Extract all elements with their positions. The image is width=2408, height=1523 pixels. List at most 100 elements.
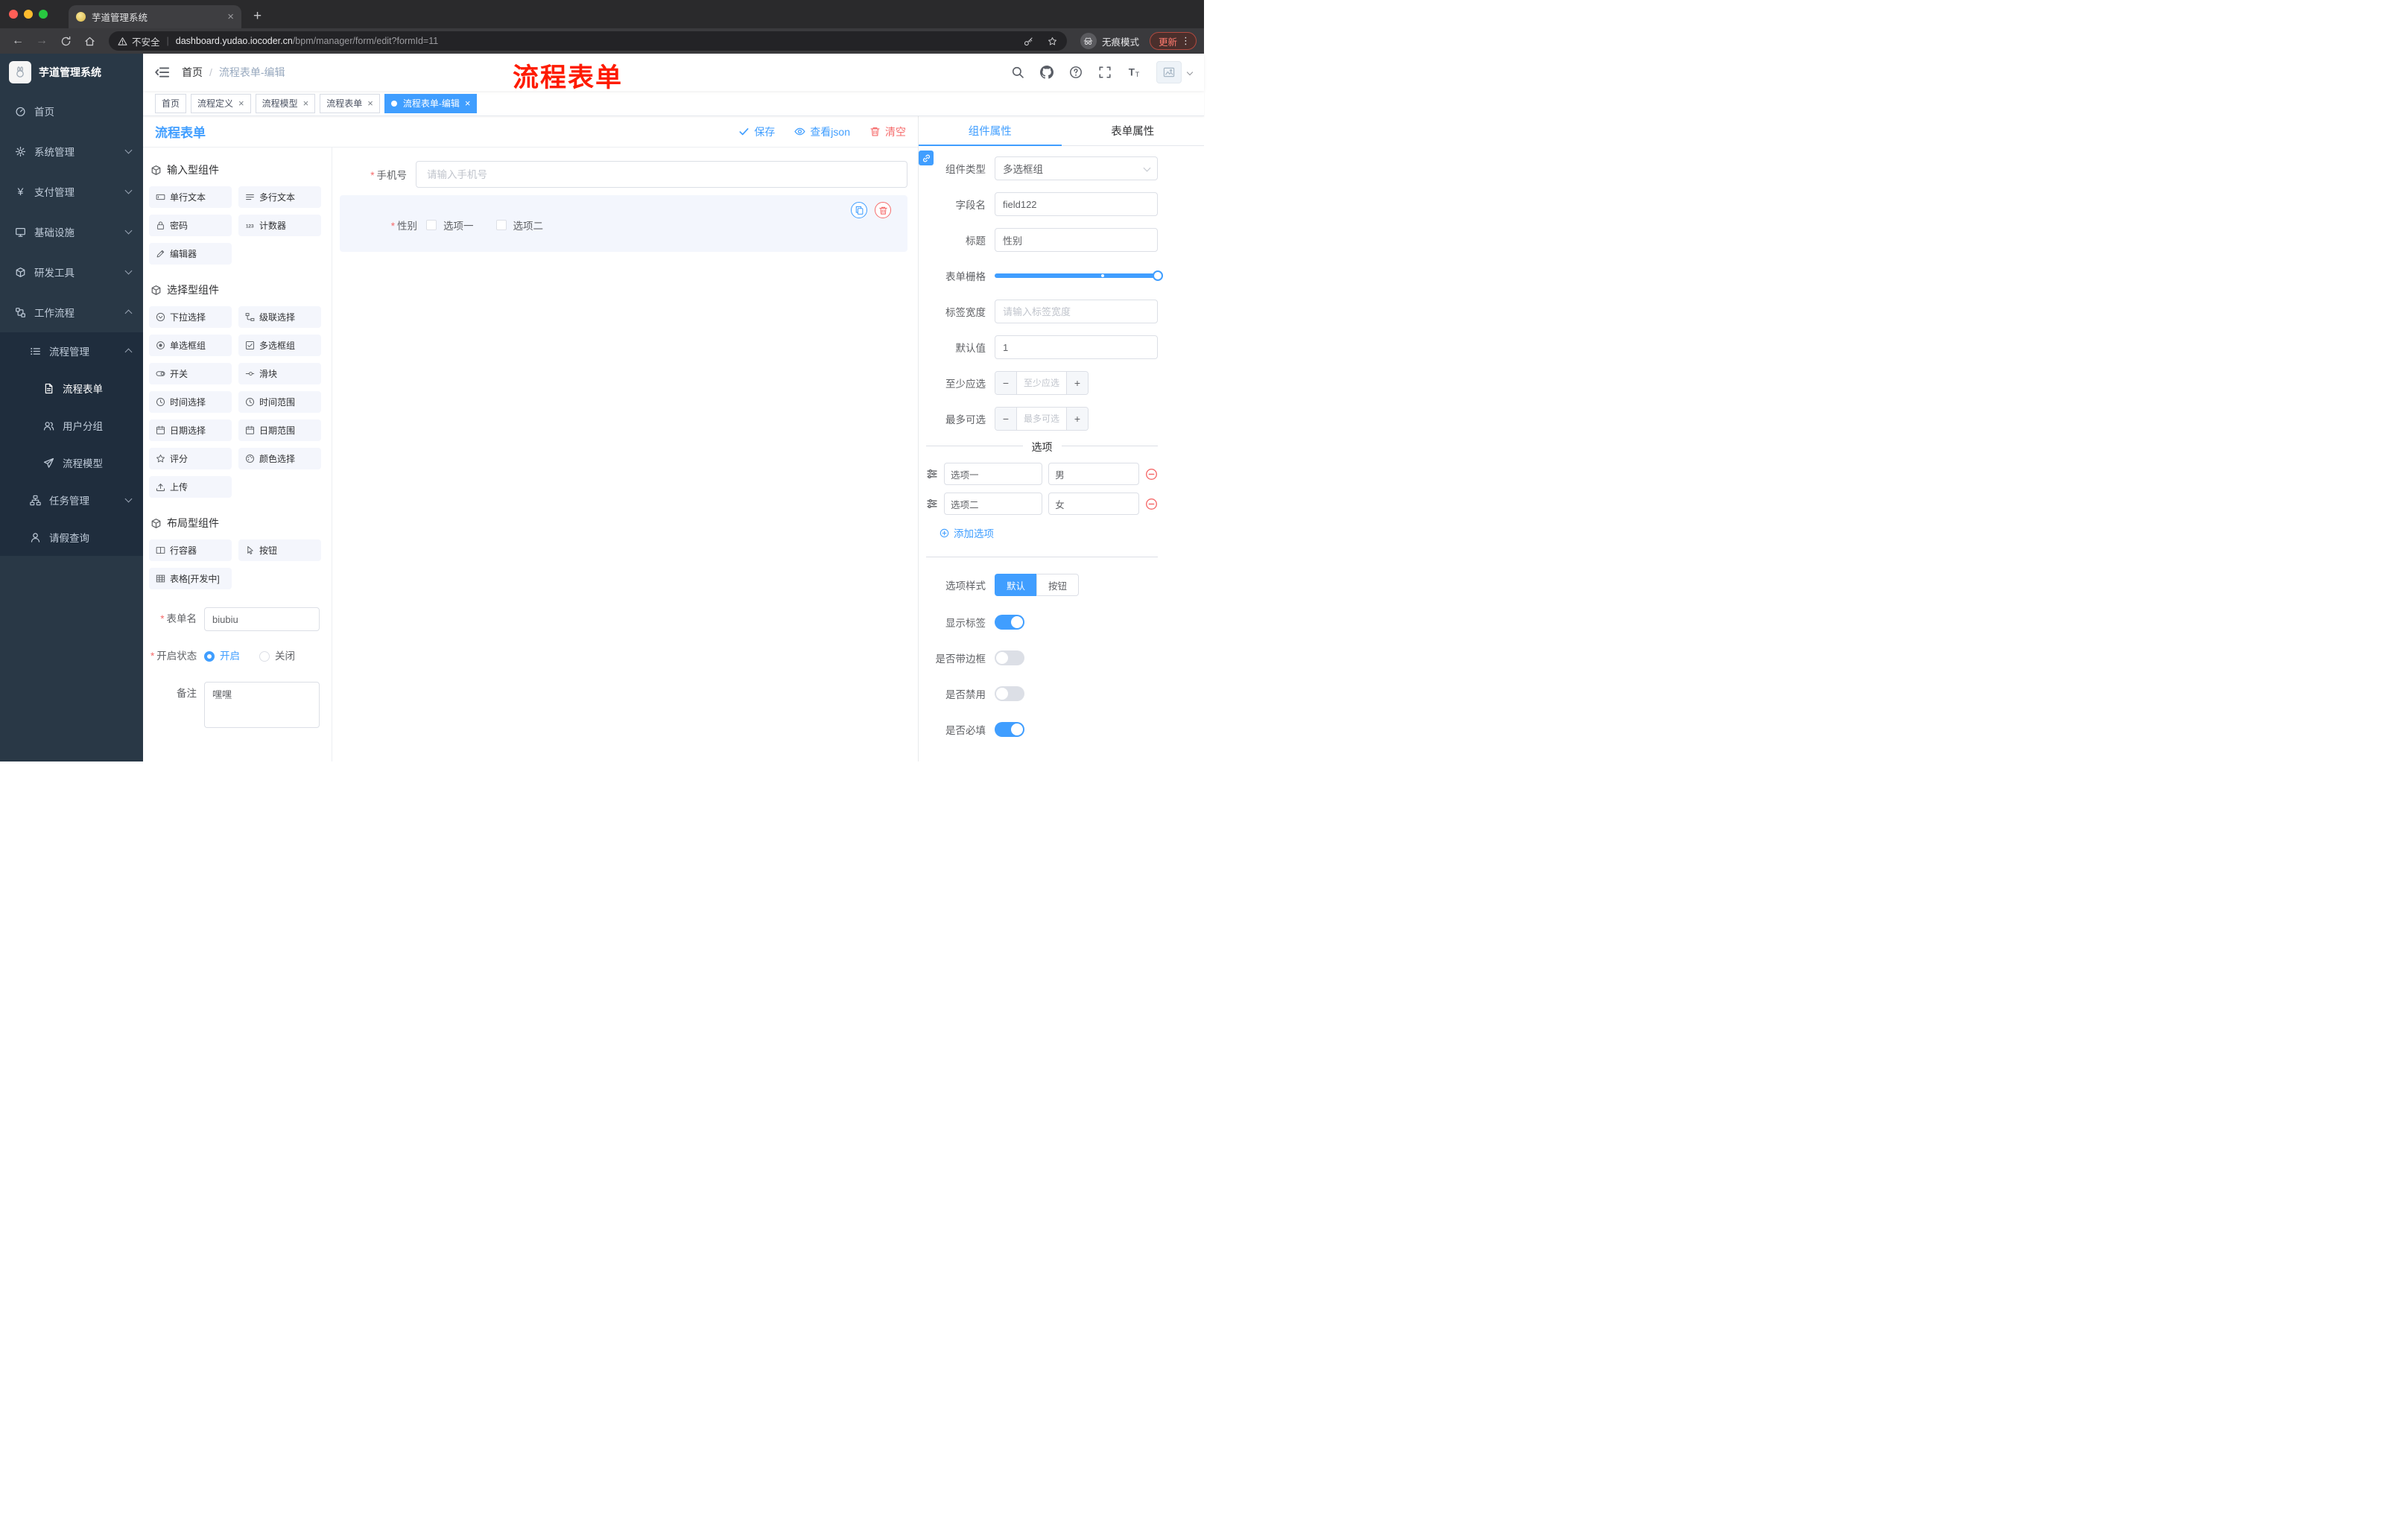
component-type-select[interactable]: 多选框组 [995, 156, 1158, 180]
component-chip-switch[interactable]: 开关 [149, 363, 232, 384]
forward-icon[interactable]: → [31, 31, 52, 51]
fullscreen-icon[interactable] [1098, 66, 1112, 79]
add-option-button[interactable]: 添加选项 [940, 525, 1158, 540]
component-chip-dropdown[interactable]: 下拉选择 [149, 306, 232, 328]
browser-tab[interactable]: 芋道管理系统 × [69, 5, 241, 28]
option-style-button[interactable]: 按钮 [1036, 574, 1080, 596]
component-chip-table[interactable]: 表格[开发中] [149, 568, 232, 589]
component-chip-date-range[interactable]: 日期范围 [238, 419, 321, 441]
component-chip-cascader[interactable]: 级联选择 [238, 306, 321, 328]
sidebar-item-process-model[interactable]: 流程模型 [0, 444, 143, 481]
close-icon[interactable]: × [367, 98, 373, 108]
status-radio-off[interactable]: 关闭 [259, 645, 295, 668]
component-chip-date-picker[interactable]: 日期选择 [149, 419, 232, 441]
minus-button[interactable]: − [995, 372, 1017, 394]
tag-process-model[interactable]: 流程模型 × [255, 93, 316, 113]
sidebar-item-infrastructure[interactable]: 基础设施 [0, 212, 143, 252]
hamburger-icon[interactable] [155, 65, 170, 80]
window-minimize-button[interactable] [24, 10, 33, 19]
default-value-input[interactable] [995, 335, 1158, 359]
form-name-input[interactable] [204, 607, 320, 631]
sidebar-item-system[interactable]: 系统管理 [0, 131, 143, 171]
delete-widget-button[interactable] [875, 202, 891, 218]
status-radio-on[interactable]: 开启 [204, 645, 240, 668]
tag-home[interactable]: 首页 [155, 93, 187, 113]
widget-phone-field[interactable]: 手机号 [340, 161, 907, 188]
close-icon[interactable]: × [465, 98, 471, 108]
sidebar-item-leave-query[interactable]: 请假查询 [0, 519, 143, 556]
option-value-input[interactable] [1048, 463, 1139, 485]
max-select-input[interactable] [1017, 408, 1066, 430]
plus-button[interactable]: + [1066, 408, 1088, 430]
font-size-icon[interactable] [1127, 66, 1141, 79]
drag-option-icon[interactable] [926, 498, 938, 510]
user-avatar-menu[interactable] [1156, 61, 1194, 83]
option-label-input[interactable] [944, 493, 1043, 515]
max-select-stepper[interactable]: − + [995, 407, 1089, 431]
field-name-input[interactable] [995, 192, 1158, 216]
min-select-stepper[interactable]: − + [995, 371, 1089, 395]
slider-runway[interactable] [995, 270, 1163, 281]
security-label[interactable]: 不安全 [132, 34, 160, 48]
sidebar-item-task-management[interactable]: 任务管理 [0, 481, 143, 519]
component-chip-checkbox-group[interactable]: 多选框组 [238, 335, 321, 356]
component-chip-radio-group[interactable]: 单选框组 [149, 335, 232, 356]
component-chip-counter[interactable]: 计数器 [238, 215, 321, 236]
component-chip-multi-text[interactable]: 多行文本 [238, 186, 321, 208]
tab-close-icon[interactable]: × [227, 11, 234, 22]
close-icon[interactable]: × [303, 98, 309, 108]
show-label-switch[interactable] [995, 615, 1024, 630]
sidebar-item-home[interactable]: 首页 [0, 91, 143, 131]
search-icon[interactable] [1011, 66, 1024, 79]
component-chip-color-picker[interactable]: 颜色选择 [238, 448, 321, 469]
bookmark-icon[interactable] [1043, 33, 1062, 49]
component-chip-rate[interactable]: 评分 [149, 448, 232, 469]
app-logo[interactable]: 芋道管理系统 [0, 54, 143, 91]
gender-checkbox-option1[interactable]: 选项一 [426, 218, 474, 232]
github-icon[interactable] [1040, 66, 1054, 79]
title-input[interactable] [995, 228, 1158, 252]
grid-slider[interactable] [995, 264, 1163, 288]
component-chip-button[interactable]: 按钮 [238, 539, 321, 561]
remove-option-icon[interactable] [1145, 468, 1158, 481]
phone-input[interactable] [416, 161, 907, 188]
menu-dots-icon[interactable]: ⋮ [1181, 35, 1191, 47]
min-select-input[interactable] [1017, 372, 1066, 394]
drag-option-icon[interactable] [926, 468, 938, 480]
key-icon[interactable] [1019, 33, 1039, 49]
remove-option-icon[interactable] [1145, 498, 1158, 510]
option-style-default[interactable]: 默认 [995, 574, 1037, 596]
window-close-button[interactable] [9, 10, 18, 19]
component-chip-password[interactable]: 密码 [149, 215, 232, 236]
disabled-switch[interactable] [995, 686, 1024, 701]
sidebar-item-workflow[interactable]: 工作流程 [0, 292, 143, 332]
breadcrumb-home[interactable]: 首页 [182, 65, 203, 80]
border-switch[interactable] [995, 650, 1024, 665]
component-chip-upload[interactable]: 上传 [149, 476, 232, 498]
tag-process-definition[interactable]: 流程定义 × [191, 93, 251, 113]
option-label-input[interactable] [944, 463, 1043, 485]
window-zoom-button[interactable] [39, 10, 48, 19]
required-switch[interactable] [995, 722, 1024, 737]
save-button[interactable]: 保存 [738, 124, 775, 139]
panel-link-handle[interactable] [919, 151, 934, 165]
component-chip-time-range[interactable]: 时间范围 [238, 391, 321, 413]
view-json-button[interactable]: 查看json [794, 124, 850, 139]
sidebar-item-process-management[interactable]: 流程管理 [0, 332, 143, 370]
remark-textarea[interactable]: 嘿嘿 [204, 682, 320, 728]
tag-process-form-edit[interactable]: 流程表单-编辑 × [384, 93, 478, 113]
sidebar-item-payment[interactable]: ¥ 支付管理 [0, 171, 143, 212]
minus-button[interactable]: − [995, 408, 1017, 430]
label-width-input[interactable] [995, 300, 1158, 323]
sidebar-item-user-groups[interactable]: 用户分组 [0, 407, 143, 444]
close-icon[interactable]: × [238, 98, 244, 108]
browser-update-button[interactable]: 更新 ⋮ [1149, 32, 1197, 50]
widget-gender-selected[interactable]: 性别 选项一 选项二 [340, 195, 907, 252]
address-bar[interactable]: 不安全 | dashboard.yudao.iocoder.cn/bpm/man… [109, 31, 1067, 51]
browser-home-icon[interactable] [79, 31, 100, 51]
tag-process-form[interactable]: 流程表单 × [320, 93, 380, 113]
component-chip-slider[interactable]: 滑块 [238, 363, 321, 384]
clear-button[interactable]: 清空 [869, 124, 906, 139]
sidebar-item-process-form[interactable]: 流程表单 [0, 370, 143, 407]
component-chip-row-container[interactable]: 行容器 [149, 539, 232, 561]
